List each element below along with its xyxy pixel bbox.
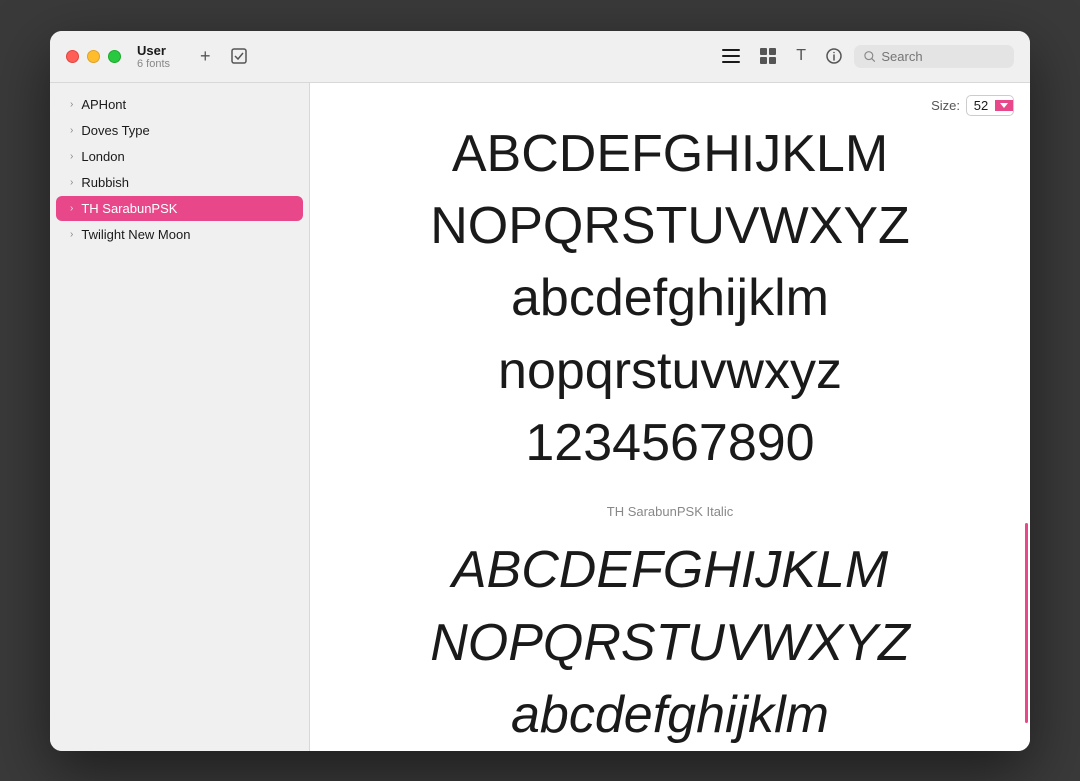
check-button[interactable] xyxy=(225,44,253,68)
sidebar-item-0[interactable]: › APHont xyxy=(56,92,303,117)
titlebar-user-info: User 6 fonts xyxy=(137,43,170,70)
sidebar-item-1[interactable]: › Doves Type xyxy=(56,118,303,143)
grid-view-button[interactable] xyxy=(752,43,784,69)
chevron-icon: › xyxy=(70,99,73,110)
add-button[interactable]: + xyxy=(194,42,217,71)
sidebar-item-3[interactable]: › Rubbish xyxy=(56,170,303,195)
titlebar-title: User xyxy=(137,43,170,58)
info-icon xyxy=(826,48,842,64)
size-value[interactable]: 52 xyxy=(967,96,995,115)
search-box xyxy=(854,45,1014,68)
sidebar: › APHont › Doves Type › London › Rubbish › TH Sar… xyxy=(50,83,310,751)
sidebar-item-label: APHont xyxy=(81,97,126,112)
chevron-icon: › xyxy=(70,229,73,240)
preview-line-4: nopqrstuvwxyz xyxy=(370,340,970,402)
preview-line-2: NOPQRSTUVWXYZ xyxy=(370,195,970,257)
preview-line-italic-2: NOPQRSTUVWXYZ xyxy=(370,612,970,674)
titlebar: User 6 fonts + xyxy=(50,31,1030,83)
size-control: Size: 52 xyxy=(931,95,1014,116)
size-value-box: 52 xyxy=(966,95,1014,116)
font-preview-content: ABCDEFGHIJKLM NOPQRSTUVWXYZ abcdefghijkl… xyxy=(310,83,1030,751)
sidebar-item-label: TH SarabunPSK xyxy=(81,201,177,216)
italic-section-label: TH SarabunPSK Italic xyxy=(607,504,733,519)
italic-section: ABCDEFGHIJKLM NOPQRSTUVWXYZ abcdefghijkl… xyxy=(370,539,970,750)
sidebar-item-4[interactable]: › TH SarabunPSK xyxy=(56,196,303,221)
sidebar-item-label: Rubbish xyxy=(81,175,129,190)
size-label: Size: xyxy=(931,98,960,113)
sidebar-item-label: Doves Type xyxy=(81,123,149,138)
type-icon: T xyxy=(796,47,806,65)
main-content: › APHont › Doves Type › London › Rubbish › TH Sar… xyxy=(50,83,1030,751)
preview-line-1: ABCDEFGHIJKLM xyxy=(370,123,970,185)
scrollbar-thumb[interactable] xyxy=(1025,523,1028,723)
grid-view-icon xyxy=(760,48,776,64)
size-dropdown-button[interactable] xyxy=(995,100,1013,111)
maximize-button[interactable] xyxy=(108,50,121,63)
preview-line-5: 1234567890 xyxy=(370,412,970,474)
chevron-icon: › xyxy=(70,151,73,162)
close-button[interactable] xyxy=(66,50,79,63)
info-button[interactable] xyxy=(818,43,850,69)
search-input[interactable] xyxy=(881,49,1004,64)
sidebar-item-5[interactable]: › Twilight New Moon xyxy=(56,222,303,247)
chevron-icon: › xyxy=(70,203,73,214)
titlebar-actions: + xyxy=(194,42,253,71)
type-button[interactable]: T xyxy=(788,42,814,70)
regular-section: ABCDEFGHIJKLM NOPQRSTUVWXYZ abcdefghijkl… xyxy=(370,123,970,485)
main-window: User 6 fonts + xyxy=(50,31,1030,751)
list-view-icon xyxy=(722,49,740,63)
preview-line-italic-1: ABCDEFGHIJKLM xyxy=(370,539,970,601)
preview-area[interactable]: Size: 52 ABCDEFGHIJKLM NOPQRSTUVWXYZ ab xyxy=(310,83,1030,751)
chevron-icon: › xyxy=(70,177,73,188)
sidebar-item-label: London xyxy=(81,149,124,164)
titlebar-subtitle: 6 fonts xyxy=(137,58,170,70)
chevron-down-icon xyxy=(1000,103,1008,108)
check-icon xyxy=(231,48,247,64)
sidebar-item-label: Twilight New Moon xyxy=(81,227,190,242)
preview-line-3: abcdefghijklm xyxy=(370,267,970,329)
minimize-button[interactable] xyxy=(87,50,100,63)
sidebar-item-2[interactable]: › London xyxy=(56,144,303,169)
list-view-button[interactable] xyxy=(714,44,748,68)
traffic-lights xyxy=(66,50,121,63)
toolbar-right: T xyxy=(714,42,1014,70)
chevron-icon: › xyxy=(70,125,73,136)
search-icon xyxy=(864,50,875,63)
preview-line-italic-3: abcdefghijklm xyxy=(370,684,970,746)
